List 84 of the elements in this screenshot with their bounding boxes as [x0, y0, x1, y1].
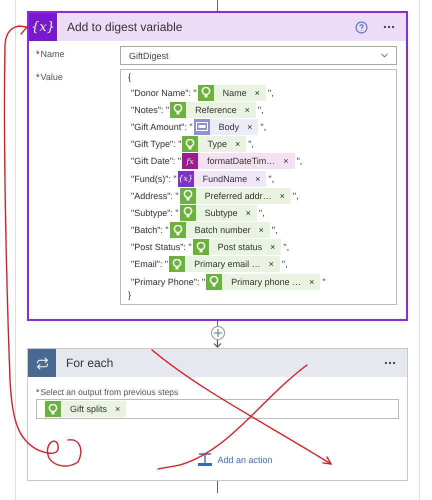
token-chip[interactable]: {x} FundName ×: [178, 170, 266, 187]
json-key: "Email": ": [131, 259, 168, 270]
token-chip[interactable]: Post status ×: [192, 239, 282, 256]
json-punctuation: ",: [268, 174, 274, 184]
json-punctuation: ": [322, 276, 326, 287]
token-chip[interactable]: Primary email … ×: [169, 256, 280, 272]
add-action-button[interactable]: Add an action: [198, 453, 273, 466]
token-type-icon: {x}: [178, 174, 193, 184]
card-header[interactable]: {x} Add to digest variable: [29, 13, 406, 41]
insert-step-button[interactable]: [210, 326, 224, 340]
connector-icon: [182, 207, 193, 218]
card-header[interactable]: For each: [28, 349, 407, 378]
json-punctuation: ",: [258, 104, 264, 115]
json-key: "Donor Name": ": [131, 88, 197, 98]
token-chip[interactable]: Body ×: [194, 118, 258, 135]
json-punctuation: ",: [282, 259, 288, 270]
json-key: "Address": ": [131, 190, 179, 201]
json-key: "Post Status": ": [131, 242, 192, 252]
connector-icon: [185, 138, 196, 150]
json-punctuation: ",: [258, 208, 265, 218]
field-label: *Select an output from previous steps: [36, 387, 180, 398]
connector-icon: [196, 242, 206, 253]
token-chip[interactable]: Batch number ×: [170, 222, 270, 238]
token-chip[interactable]: Subtype ×: [180, 204, 257, 221]
connector-icon: [200, 87, 211, 98]
body-icon: [196, 122, 208, 132]
json-key: "Fund(s)": ": [131, 174, 177, 184]
connector-icon: [182, 190, 193, 202]
value-field[interactable]: [120, 69, 397, 306]
connector-icon: [48, 404, 58, 415]
connector-icon: [172, 258, 182, 270]
token-chip[interactable]: Type ×: [182, 136, 246, 152]
remove-token-button[interactable]: ×: [254, 88, 260, 98]
variable-icon: {x}: [29, 13, 57, 41]
token-chip[interactable]: Primary phone … ×: [206, 274, 320, 290]
brace: }: [128, 290, 132, 302]
json-key: "Gift Type": ": [131, 139, 182, 150]
help-icon[interactable]: [355, 20, 368, 34]
add-action-icon: [198, 453, 212, 466]
json-key: "Primary Phone": ": [131, 276, 206, 287]
card-title: Add to digest variable: [66, 20, 184, 34]
json-key: "Gift Amount": ": [131, 122, 193, 132]
json-key: "Subtype": ": [131, 208, 179, 218]
remove-token-button[interactable]: ×: [255, 174, 260, 184]
remove-token-button[interactable]: ×: [280, 190, 285, 201]
json-punctuation: ",: [296, 156, 302, 166]
remove-token-button[interactable]: ×: [244, 104, 250, 115]
select-value: GiftDigest: [129, 50, 169, 60]
token-chip[interactable]: Preferred addr… ×: [180, 188, 291, 204]
token-chip[interactable]: Gift splits ×: [45, 401, 126, 418]
json-key: "Batch": ": [131, 225, 169, 236]
json-punctuation: ",: [260, 122, 266, 132]
token-chip[interactable]: Reference ×: [170, 102, 256, 118]
card-title: For each: [65, 356, 114, 370]
json-punctuation: ",: [283, 242, 290, 252]
loop-icon: [36, 356, 48, 370]
remove-token-button[interactable]: ×: [268, 259, 274, 270]
remove-token-button[interactable]: ×: [283, 156, 289, 166]
field-label: *Value: [36, 71, 64, 82]
connector-icon: [209, 276, 220, 288]
brace: {: [128, 72, 132, 84]
token-chip[interactable]: fx formatDateTim… ×: [182, 153, 295, 170]
field-label: *Name: [36, 48, 66, 59]
json-key: "Notes": ": [131, 104, 170, 115]
plus-icon: [214, 329, 222, 338]
json-punctuation: ",: [292, 190, 299, 201]
remove-token-button[interactable]: ×: [258, 225, 264, 236]
connector-icon: [173, 104, 184, 116]
remove-token-button[interactable]: ×: [115, 404, 120, 414]
name-select[interactable]: GiftDigest: [120, 46, 397, 65]
token-chip[interactable]: Name ×: [198, 84, 266, 101]
json-punctuation: ",: [272, 225, 278, 236]
remove-token-button[interactable]: ×: [270, 242, 276, 252]
remove-token-button[interactable]: ×: [247, 122, 252, 132]
json-punctuation: ",: [268, 88, 274, 98]
flow-arrow-icon: [213, 340, 222, 348]
token-type-icon: fx: [186, 156, 194, 166]
json-key: "Gift Date": ": [131, 156, 182, 166]
connector-icon: [172, 224, 183, 236]
json-punctuation: ",: [248, 139, 254, 150]
remove-token-button[interactable]: ×: [234, 139, 240, 150]
remove-token-button[interactable]: ×: [309, 276, 314, 287]
remove-token-button[interactable]: ×: [246, 208, 251, 218]
output-field[interactable]: Gift splits ×: [36, 399, 399, 420]
